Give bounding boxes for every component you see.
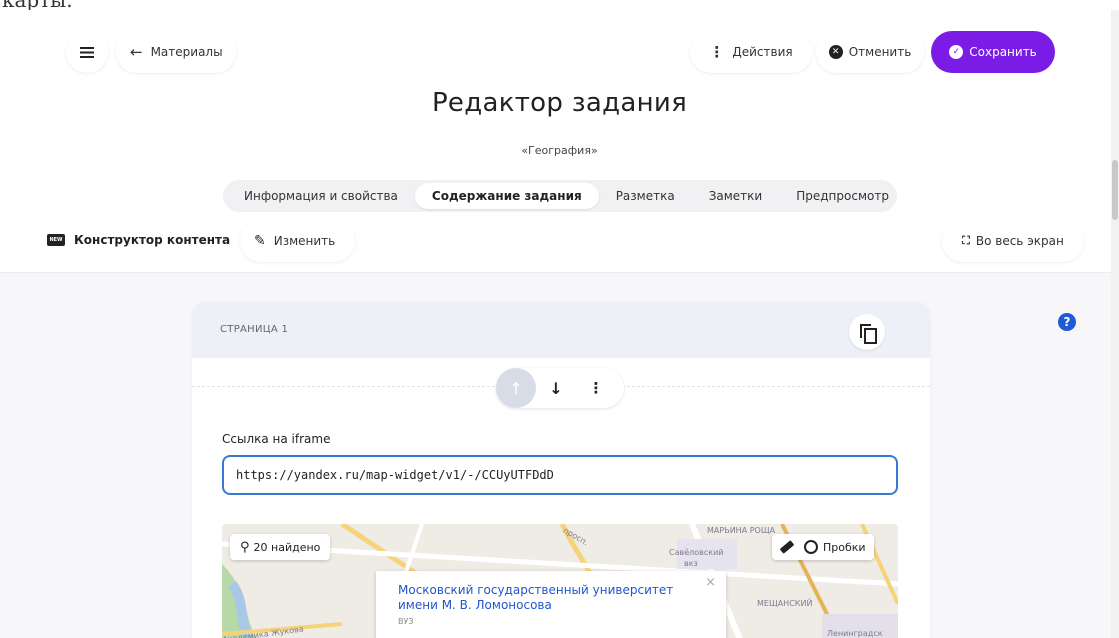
map-popup: Московский государственный университет и…	[376, 571, 726, 638]
hamburger-icon	[80, 46, 94, 58]
popup-subtitle: ВУЗ	[398, 617, 414, 626]
map-search-button[interactable]: ⚲ 20 найдено	[230, 534, 331, 560]
pencil-icon: ✎	[254, 233, 266, 249]
actions-button[interactable]: ⋮ Действия	[690, 31, 812, 73]
map-label-savelovsky: Савёловский	[669, 548, 724, 557]
cancel-label: Отменить	[848, 45, 912, 59]
menu-button[interactable]	[66, 31, 108, 73]
copy-button[interactable]	[849, 314, 885, 350]
copy-icon	[860, 324, 877, 344]
search-icon: ⚲	[240, 539, 250, 555]
page-label: СТРАНИЦА 1	[220, 324, 289, 335]
close-icon[interactable]: ×	[705, 575, 716, 590]
scrollbar[interactable]	[1111, 10, 1119, 638]
close-circle-icon: ✕	[828, 45, 843, 59]
tab-content[interactable]: Содержание задания	[414, 183, 599, 209]
edit-label: Изменить	[273, 234, 336, 248]
page-card: СТРАНИЦА 1 ↑ ↓ ⋮ Ссылка на iframe МАРЬИН…	[192, 302, 930, 638]
cropped-text: карты.	[0, 0, 1119, 10]
move-down-button[interactable]: ↓	[536, 368, 576, 408]
arrow-up-icon: ↑	[509, 378, 523, 398]
traffic-icon	[804, 540, 818, 554]
constructor-title: NEW Конструктор контента	[47, 233, 230, 247]
help-icon[interactable]: ?	[1058, 313, 1076, 331]
tab-notes[interactable]: Заметки	[692, 183, 780, 209]
card-header: СТРАНИЦА 1	[192, 302, 930, 358]
arrow-down-icon: ↓	[549, 378, 563, 398]
page-subtitle: «География»	[521, 144, 598, 157]
map-label-meshchansky: МЕЩАНСКИЙ	[757, 599, 813, 608]
more-vertical-icon: ⋮	[588, 379, 604, 397]
edit-button[interactable]: ✎ Изменить	[240, 220, 355, 262]
iframe-url-input[interactable]	[222, 455, 898, 495]
fullscreen-button[interactable]: ⛶ Во весь экран	[942, 220, 1084, 262]
content-toolbar: NEW Конструктор контента ✎ Изменить ⛶ Во…	[0, 220, 1111, 270]
traffic-label[interactable]: Пробки	[823, 541, 866, 554]
scrollbar-thumb[interactable]	[1112, 160, 1118, 220]
map-label-marina: МАРЬИНА РОЩА	[707, 526, 776, 535]
save-button[interactable]: ✓ Сохранить	[931, 31, 1055, 73]
check-circle-icon: ✓	[949, 45, 964, 59]
map-tools: Пробки	[772, 534, 874, 560]
map-preview[interactable]: МАРЬИНА РОЩА Савёловский вкз МЕЩАНСКИЙ Л…	[222, 524, 898, 638]
map-label-vokzal: вкз	[684, 559, 698, 568]
block-controls: ↑ ↓ ⋮	[496, 368, 624, 408]
iframe-field-label: Ссылка на iframe	[222, 432, 331, 446]
tab-preview[interactable]: Предпросмотр	[779, 183, 906, 209]
page-title: Редактор задания	[431, 88, 688, 118]
map-search-label: 20 найдено	[253, 540, 321, 554]
move-up-button[interactable]: ↑	[496, 368, 536, 408]
fullscreen-icon: ⛶	[962, 234, 970, 247]
map-label-leningradsky: Ленинградск	[827, 629, 883, 638]
cancel-button[interactable]: ✕ Отменить	[816, 31, 924, 73]
ruler-icon[interactable]	[779, 540, 795, 554]
popup-title[interactable]: Московский государственный университет и…	[398, 583, 708, 613]
more-vertical-icon: ⋮	[709, 43, 725, 61]
tab-info[interactable]: Информация и свойства	[227, 183, 415, 209]
arrow-left-icon: ←	[130, 43, 143, 61]
back-button[interactable]: ← Материалы	[116, 31, 236, 73]
back-label: Материалы	[150, 45, 223, 59]
constructor-label: Конструктор контента	[74, 233, 231, 247]
save-label: Сохранить	[969, 45, 1037, 59]
actions-label: Действия	[732, 45, 793, 59]
tab-markup[interactable]: Разметка	[599, 183, 692, 209]
tab-bar: Информация и свойства Содержание задания…	[223, 180, 897, 212]
fullscreen-label: Во весь экран	[975, 234, 1064, 248]
new-badge-icon: NEW	[47, 234, 65, 246]
block-more-button[interactable]: ⋮	[576, 368, 616, 408]
